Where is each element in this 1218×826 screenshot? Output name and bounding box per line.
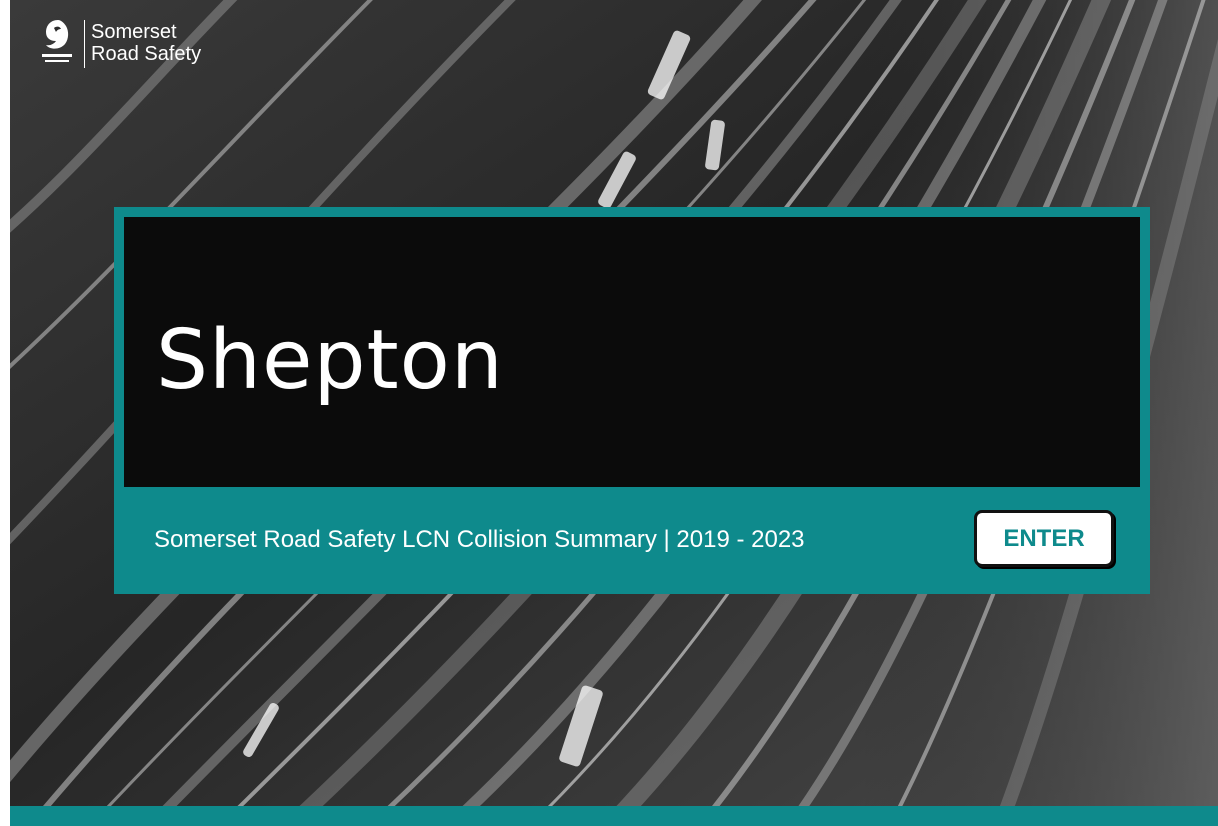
title-card: Shepton Somerset Road Safety LCN Collisi… (114, 207, 1150, 594)
brand-logo: Somerset Road Safety (34, 14, 201, 74)
page-title: Shepton (156, 313, 504, 408)
cover-page: Somerset Road Safety Shepton Somerset Ro… (10, 0, 1218, 826)
brand-line-2: Road Safety (91, 43, 202, 65)
logo-divider (84, 20, 85, 68)
title-panel: Shepton (124, 217, 1140, 487)
footer-bar (10, 806, 1218, 826)
brand-line-1: Somerset (91, 21, 177, 43)
brand-name: Somerset Road Safety (91, 21, 201, 65)
somerset-crest-icon (34, 14, 82, 72)
enter-button[interactable]: ENTER (974, 510, 1114, 567)
report-subtitle: Somerset Road Safety LCN Collision Summa… (154, 526, 805, 553)
